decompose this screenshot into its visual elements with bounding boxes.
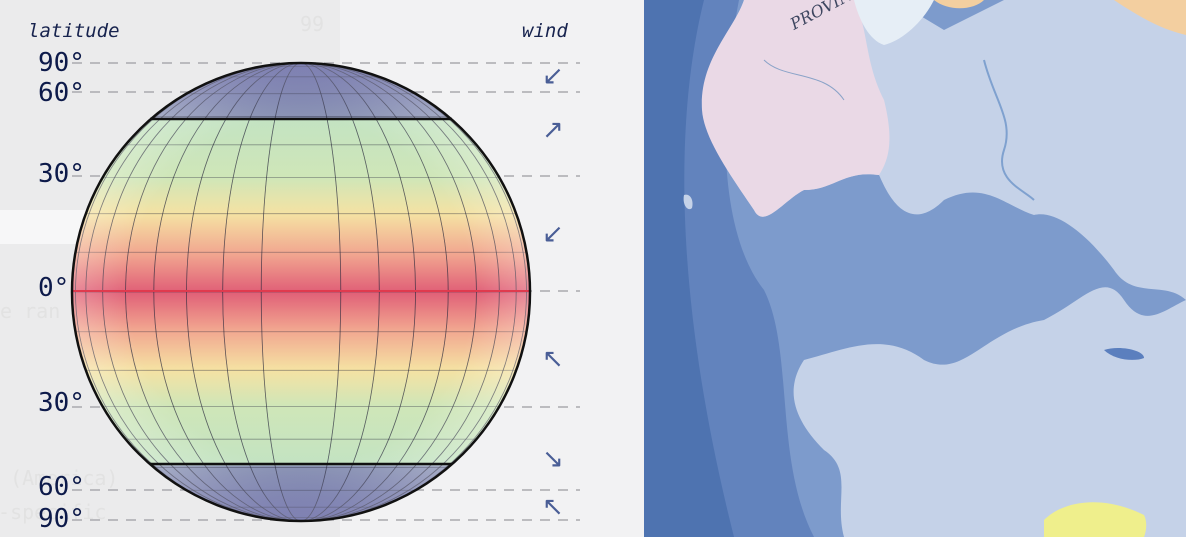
latitude-label-north-30: 30° (38, 159, 85, 189)
wind-arrow-westerly-south: ↘ (542, 444, 564, 474)
latitude-label-south-90: 90° (38, 504, 85, 534)
wind-arrow-polar-south: ↖ (542, 492, 564, 522)
wind-arrow-trade-north: ↙ (542, 219, 564, 249)
wind-arrow-westerly-north: ↗ (542, 115, 564, 145)
latitude-label-north-60: 60° (38, 78, 85, 108)
latitude-label-south-30: 30° (38, 388, 85, 418)
wind-header: wind (522, 20, 568, 42)
wind-arrow-trade-south: ↖ (542, 344, 564, 374)
world-map[interactable]: PROVINCE OF BOS (644, 0, 1186, 537)
climate-panel: 99 te ran n (America) e-specific (0, 0, 644, 537)
latitude-label-south-60: 60° (38, 472, 85, 502)
latitude-label-equator: 0° (38, 273, 70, 303)
wind-arrow-polar-north: ↙ (542, 61, 564, 91)
latitude-header: latitude (28, 20, 120, 42)
latitude-label-north-90: 90° (38, 48, 85, 78)
map-canvas[interactable]: PROVINCE OF BOS (644, 0, 1186, 537)
